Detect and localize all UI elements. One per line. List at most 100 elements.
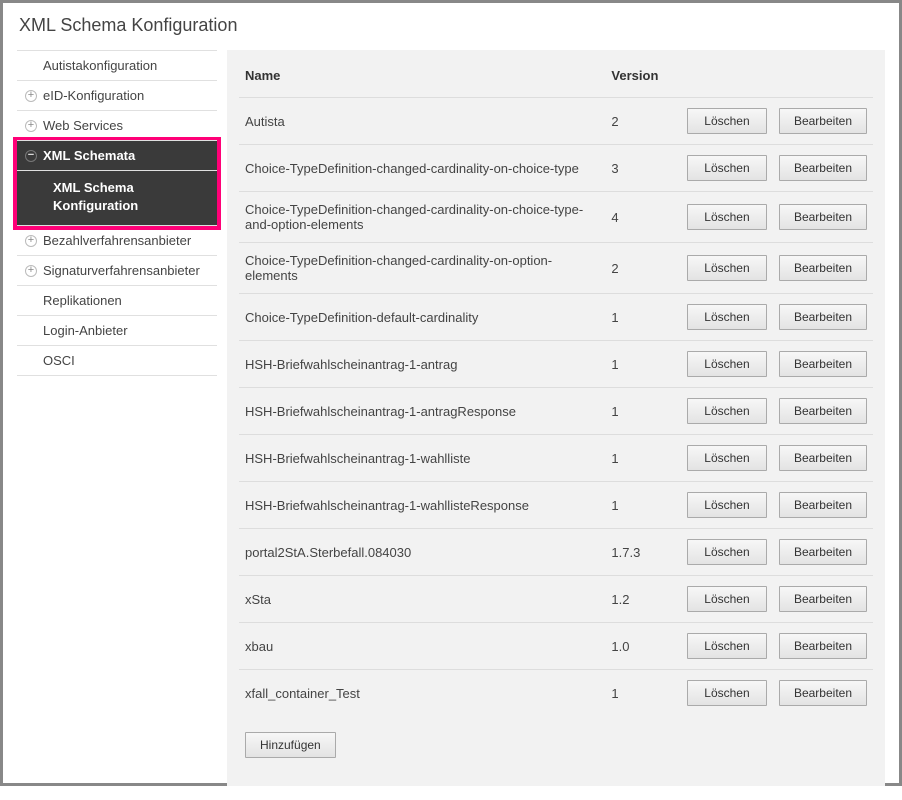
sidebar-item[interactable]: + Signaturverfahrensanbieter — [17, 256, 217, 286]
table-row: xbau1.0 Löschen Bearbeiten — [239, 623, 873, 670]
schema-version: 1.2 — [605, 576, 673, 623]
table-row: Autista2 Löschen Bearbeiten — [239, 98, 873, 145]
schema-version: 1 — [605, 670, 673, 717]
sidebar-item[interactable]: + Bezahlverfahrensanbieter — [17, 226, 217, 256]
expand-icon[interactable]: + — [25, 265, 37, 277]
delete-button[interactable]: Löschen — [687, 255, 767, 281]
delete-button[interactable]: Löschen — [687, 492, 767, 518]
delete-button[interactable]: Löschen — [687, 680, 767, 706]
sidebar-subitem-xml-schema-konfiguration[interactable]: XML Schema Konfiguration — [17, 171, 217, 226]
sidebar-item[interactable]: + eID-Konfiguration — [17, 81, 217, 111]
edit-button[interactable]: Bearbeiten — [779, 492, 867, 518]
expand-icon[interactable]: + — [25, 235, 37, 247]
schema-version: 1 — [605, 294, 673, 341]
table-row: Choice-TypeDefinition-changed-cardinalit… — [239, 243, 873, 294]
delete-button[interactable]: Löschen — [687, 108, 767, 134]
delete-button[interactable]: Löschen — [687, 304, 767, 330]
delete-button[interactable]: Löschen — [687, 204, 767, 230]
sidebar-item-label: Signaturverfahrensanbieter — [43, 263, 200, 278]
sidebar-item-label: Web Services — [43, 118, 123, 133]
schema-version: 1.7.3 — [605, 529, 673, 576]
delete-button[interactable]: Löschen — [687, 445, 767, 471]
col-header-version: Version — [605, 60, 673, 98]
table-row: HSH-Briefwahlscheinantrag-1-wahlliste1 Lö… — [239, 435, 873, 482]
edit-button[interactable]: Bearbeiten — [779, 255, 867, 281]
expand-icon[interactable]: + — [25, 120, 37, 132]
schema-version: 2 — [605, 243, 673, 294]
schema-name: HSH-Briefwahlscheinantrag-1-wahlliste — [239, 435, 605, 482]
table-row: Choice-TypeDefinition-changed-cardinalit… — [239, 192, 873, 243]
content-panel: Name Version Autista2LöschenBearbeitenCh… — [227, 50, 885, 786]
edit-button[interactable]: Bearbeiten — [779, 633, 867, 659]
table-row: HSH-Briefwahlscheinantrag-1-antrag1 Lösch… — [239, 341, 873, 388]
add-row: Hinzufügen — [239, 716, 873, 768]
table-row: Choice-TypeDefinition-changed-cardinalit… — [239, 145, 873, 192]
table-row: HSH-Briefwahlscheinantrag-1-antragRespon… — [239, 388, 873, 435]
sidebar-item-label: Replikationen — [43, 293, 122, 308]
schema-name: Choice-TypeDefinition-changed-cardinalit… — [239, 243, 605, 294]
schema-version: 1 — [605, 388, 673, 435]
expand-icon[interactable]: + — [25, 90, 37, 102]
schema-version: 3 — [605, 145, 673, 192]
sidebar-item-label: OSCI — [43, 353, 75, 368]
nav-list: Autistakonfiguration + eID-Konfiguration + W… — [17, 50, 217, 376]
page-title: XML Schema Konfiguration — [3, 3, 899, 42]
add-button[interactable]: Hinzufügen — [245, 732, 336, 758]
sidebar-item-label: Login-Anbieter — [43, 323, 128, 338]
edit-button[interactable]: Bearbeiten — [779, 155, 867, 181]
delete-button[interactable]: Löschen — [687, 539, 767, 565]
collapse-icon[interactable]: − — [25, 150, 37, 162]
sidebar-item[interactable]: OSCI — [17, 346, 217, 376]
schema-version: 2 — [605, 98, 673, 145]
sidebar-item[interactable]: Autistakonfiguration — [17, 51, 217, 81]
schema-name: HSH-Briefwahlscheinantrag-1-wahllisteRes… — [239, 482, 605, 529]
col-header-actions-2 — [773, 60, 873, 98]
edit-button[interactable]: Bearbeiten — [779, 539, 867, 565]
sidebar-item[interactable]: Replikationen — [17, 286, 217, 316]
delete-button[interactable]: Löschen — [687, 398, 767, 424]
delete-button[interactable]: Löschen — [687, 351, 767, 377]
schema-name: Autista — [239, 98, 605, 145]
edit-button[interactable]: Bearbeiten — [779, 445, 867, 471]
sidebar-highlight: −XML SchemataXML Schema Konfiguration — [13, 137, 221, 230]
col-header-name: Name — [239, 60, 605, 98]
schema-name: xbau — [239, 623, 605, 670]
edit-button[interactable]: Bearbeiten — [779, 586, 867, 612]
table-row: xfall_container_Test1 Löschen Bearbeiten — [239, 670, 873, 717]
schema-name: Choice-TypeDefinition-default-cardinalit… — [239, 294, 605, 341]
schema-name: HSH-Briefwahlscheinantrag-1-antrag — [239, 341, 605, 388]
col-header-actions-1 — [673, 60, 773, 98]
schema-name: HSH-Briefwahlscheinantrag-1-antragRespon… — [239, 388, 605, 435]
schema-version: 1.0 — [605, 623, 673, 670]
edit-button[interactable]: Bearbeiten — [779, 398, 867, 424]
delete-button[interactable]: Löschen — [687, 155, 767, 181]
sidebar-item-xml-schemata[interactable]: −XML Schemata — [17, 141, 217, 171]
table-row: xSta1.2 Löschen Bearbeiten — [239, 576, 873, 623]
table-row: Choice-TypeDefinition-default-cardinalit… — [239, 294, 873, 341]
table-row: portal2StA.Sterbefall.0840301.7.3 Löschen… — [239, 529, 873, 576]
edit-button[interactable]: Bearbeiten — [779, 351, 867, 377]
edit-button[interactable]: Bearbeiten — [779, 108, 867, 134]
edit-button[interactable]: Bearbeiten — [779, 304, 867, 330]
schema-name: portal2StA.Sterbefall.084030 — [239, 529, 605, 576]
schema-name: xfall_container_Test — [239, 670, 605, 717]
schema-name: xSta — [239, 576, 605, 623]
schema-name: Choice-TypeDefinition-changed-cardinalit… — [239, 192, 605, 243]
table-row: HSH-Briefwahlscheinantrag-1-wahllisteRes… — [239, 482, 873, 529]
sidebar-item[interactable]: Login-Anbieter — [17, 316, 217, 346]
sidebar-item-label: Autistakonfiguration — [43, 58, 157, 73]
schema-version: 1 — [605, 341, 673, 388]
schema-name: Choice-TypeDefinition-changed-cardinalit… — [239, 145, 605, 192]
sidebar-item[interactable]: + Web Services — [17, 111, 217, 141]
delete-button[interactable]: Löschen — [687, 633, 767, 659]
schema-version: 4 — [605, 192, 673, 243]
schema-version: 1 — [605, 482, 673, 529]
edit-button[interactable]: Bearbeiten — [779, 204, 867, 230]
sidebar-item-label: Bezahlverfahrensanbieter — [43, 233, 191, 248]
layout: Autistakonfiguration + eID-Konfiguration + W… — [3, 42, 899, 800]
sidebar-item-label: eID-Konfiguration — [43, 88, 144, 103]
edit-button[interactable]: Bearbeiten — [779, 680, 867, 706]
schema-table: Name Version Autista2LöschenBearbeitenCh… — [239, 60, 873, 768]
delete-button[interactable]: Löschen — [687, 586, 767, 612]
schema-version: 1 — [605, 435, 673, 482]
